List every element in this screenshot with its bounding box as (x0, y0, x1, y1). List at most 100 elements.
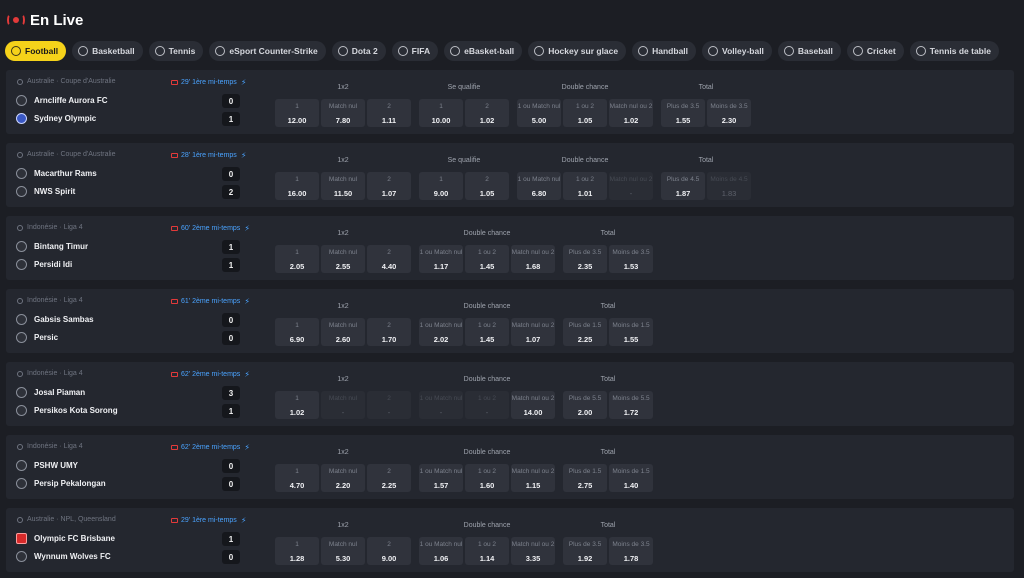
match-time: 28' 1ère mi-temps (181, 152, 237, 159)
competition-label[interactable]: Australie · Coupe d'Australie (27, 78, 116, 85)
tab-esport-counter-strike[interactable]: eSport Counter-Strike (209, 41, 326, 61)
odds-button[interactable]: 1 1.28 (275, 537, 319, 565)
odds-button[interactable]: 1 ou Match nul 1.06 (419, 537, 463, 565)
competition-label[interactable]: Australie · Coupe d'Australie (27, 151, 116, 158)
competition-label[interactable]: Australie · NPL, Queensland (27, 516, 116, 523)
odds-button[interactable]: Moins de 5.5 1.72 (609, 391, 653, 419)
live-stream-icon (171, 518, 178, 523)
odds-button[interactable]: Plus de 1.5 2.75 (563, 464, 607, 492)
competition-label[interactable]: Indonésie · Liga 4 (27, 297, 83, 304)
odds-label: Plus de 1.5 (568, 322, 602, 329)
odds-button[interactable]: 1 6.90 (275, 318, 319, 346)
odds-button[interactable]: 1 16.00 (275, 172, 319, 200)
odds-label: Match nul (328, 249, 358, 256)
market-title: 1x2 (337, 449, 349, 456)
tab-tennis-de-table[interactable]: Tennis de table (909, 41, 999, 61)
match-status: 29' 1ère mi-temps ⚡ (171, 78, 246, 87)
team-home[interactable]: Macarthur Rams (16, 168, 97, 179)
odds-button[interactable]: Match nul 2.20 (321, 464, 365, 492)
tab-dota-2[interactable]: Dota 2 (331, 41, 386, 61)
odds-button[interactable]: 1 ou Match nul 5.00 (517, 99, 561, 127)
odds-button[interactable]: 1 ou Match nul 2.02 (419, 318, 463, 346)
odds-button[interactable]: 2 2.25 (367, 464, 411, 492)
odds-button[interactable]: Match nul ou 2 3.35 (511, 537, 555, 565)
tab-label: Football (25, 46, 59, 56)
tab-handball[interactable]: Handball (632, 41, 697, 61)
odds-button[interactable]: 1 1.02 (275, 391, 319, 419)
competition-label[interactable]: Indonésie · Liga 4 (27, 443, 83, 450)
odds-button[interactable]: 1 10.00 (419, 99, 463, 127)
team-home[interactable]: Gabsis Sambas (16, 314, 94, 325)
odds-button[interactable]: 1 ou 2 1.60 (465, 464, 509, 492)
odds-button[interactable]: 1 9.00 (419, 172, 463, 200)
competition-label[interactable]: Indonésie · Liga 4 (27, 224, 83, 231)
team-away[interactable]: Persic (16, 332, 58, 343)
fast-bet-icon: ⚡ (240, 151, 247, 160)
tab-ebasket-ball[interactable]: eBasket-ball (444, 41, 523, 61)
odds-button[interactable]: 1 ou 2 1.01 (563, 172, 607, 200)
team-away[interactable]: Sydney Olympic (16, 113, 96, 124)
team-away[interactable]: Persip Pekalongan (16, 478, 106, 489)
odds-button[interactable]: Match nul ou 2 14.00 (511, 391, 555, 419)
team-home[interactable]: PSHW UMY (16, 460, 78, 471)
tab-basketball[interactable]: Basketball (72, 41, 143, 61)
odds-value: 1.07 (381, 189, 397, 198)
team-away[interactable]: Persikos Kota Sorong (16, 405, 118, 416)
odds-button[interactable]: Match nul 2.60 (321, 318, 365, 346)
odds-button[interactable]: 1 ou 2 1.05 (563, 99, 607, 127)
odds-button[interactable]: 2 1.07 (367, 172, 411, 200)
odds-button[interactable]: 2 1.02 (465, 99, 509, 127)
odds-button[interactable]: Plus de 3.5 1.55 (661, 99, 705, 127)
team-home[interactable]: Arncliffe Aurora FC (16, 95, 108, 106)
team-away[interactable]: Persidi Idi (16, 259, 72, 270)
tab-football[interactable]: Football (5, 41, 67, 61)
odds-button[interactable]: 1 ou 2 1.45 (465, 245, 509, 273)
odds-button[interactable]: 1 ou 2 1.45 (465, 318, 509, 346)
odds-button[interactable]: Match nul 11.50 (321, 172, 365, 200)
odds-button[interactable]: Moins de 3.5 2.30 (707, 99, 751, 127)
tab-cricket[interactable]: Cricket (846, 41, 904, 61)
team-away[interactable]: NWS Spirit (16, 186, 75, 197)
competition-label[interactable]: Indonésie · Liga 4 (27, 370, 83, 377)
tab-tennis[interactable]: Tennis (148, 41, 204, 61)
odds-button[interactable]: Plus de 4.5 1.87 (661, 172, 705, 200)
team-home[interactable]: Bintang Timur (16, 241, 88, 252)
odds-button[interactable]: 1 2.05 (275, 245, 319, 273)
odds-button[interactable]: 1 ou Match nul 1.57 (419, 464, 463, 492)
odds-button[interactable]: Plus de 1.5 2.25 (563, 318, 607, 346)
odds-button[interactable]: Match nul 2.55 (321, 245, 365, 273)
odds-button[interactable]: 2 9.00 (367, 537, 411, 565)
tab-hockey-sur-glace[interactable]: Hockey sur glace (528, 41, 627, 61)
odds-button[interactable]: 1 ou Match nul 6.80 (517, 172, 561, 200)
team-away[interactable]: Wynnum Wolves FC (16, 551, 111, 562)
odds-button[interactable]: Moins de 3.5 1.53 (609, 245, 653, 273)
tab-baseball[interactable]: Baseball (777, 41, 841, 61)
odds-value: 11.50 (333, 189, 353, 198)
odds-button[interactable]: Match nul ou 2 1.02 (609, 99, 653, 127)
event-card: Australie · NPL, Queensland 29' 1ère mi-t… (6, 508, 1014, 572)
odds-button[interactable]: 1 4.70 (275, 464, 319, 492)
odds-button[interactable]: Moins de 1.5 1.55 (609, 318, 653, 346)
odds-button[interactable]: Plus de 5.5 2.00 (563, 391, 607, 419)
odds-button[interactable]: 2 1.11 (367, 99, 411, 127)
odds-button[interactable]: Moins de 1.5 1.40 (609, 464, 653, 492)
odds-button[interactable]: Match nul ou 2 1.07 (511, 318, 555, 346)
odds-button[interactable]: Plus de 3.5 1.92 (563, 537, 607, 565)
team-home[interactable]: Olympic FC Brisbane (16, 533, 115, 544)
odds-button[interactable]: Match nul 7.80 (321, 99, 365, 127)
odds-button: Match nul - (321, 391, 365, 419)
odds-button[interactable]: 1 ou Match nul 1.17 (419, 245, 463, 273)
odds-button[interactable]: 2 1.05 (465, 172, 509, 200)
odds-button[interactable]: Match nul ou 2 1.15 (511, 464, 555, 492)
odds-button[interactable]: 1 12.00 (275, 99, 319, 127)
odds-button[interactable]: Moins de 3.5 1.78 (609, 537, 653, 565)
odds-button[interactable]: Match nul ou 2 1.68 (511, 245, 555, 273)
odds-button[interactable]: 1 ou 2 1.14 (465, 537, 509, 565)
tab-fifa[interactable]: FIFA (391, 41, 439, 61)
odds-button[interactable]: Plus de 3.5 2.35 (563, 245, 607, 273)
odds-button[interactable]: Match nul 5.30 (321, 537, 365, 565)
tab-volley-ball[interactable]: Volley-ball (702, 41, 772, 61)
odds-button[interactable]: 2 4.40 (367, 245, 411, 273)
odds-button[interactable]: 2 1.70 (367, 318, 411, 346)
team-home[interactable]: Josal Piaman (16, 387, 85, 398)
